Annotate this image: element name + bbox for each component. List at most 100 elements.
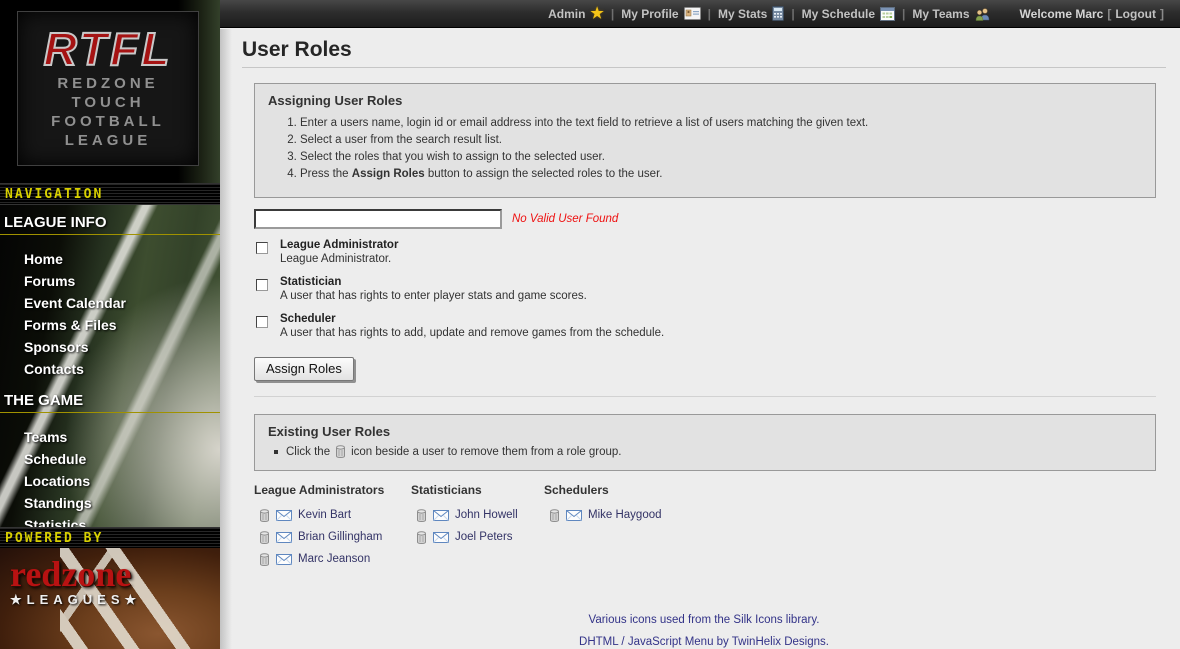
instruction-step: Press the Assign Roles button to assign … (300, 168, 1142, 180)
role-description: League Administrator. (280, 253, 1156, 266)
assign-instructions-list: Enter a users name, login id or email ad… (268, 117, 1142, 180)
topbar-item-admin[interactable]: Admin ★ (548, 7, 604, 21)
mail-icon[interactable] (276, 510, 292, 521)
logout-button[interactable]: Logout (1115, 7, 1156, 21)
sidebar-item-standings[interactable]: Standings (0, 492, 220, 514)
user-search-input[interactable] (254, 209, 502, 229)
group-title: Statisticians (411, 483, 544, 497)
redzone-brand-sub: ★LEAGUES★ (10, 592, 141, 608)
logout-bracket-left: [ (1107, 7, 1111, 21)
group-title: League Administrators (254, 483, 411, 497)
redzone-leagues-logo[interactable]: redzone ★LEAGUES★ (0, 548, 220, 649)
mail-icon[interactable] (276, 554, 292, 565)
scheduler-checkbox[interactable] (256, 316, 268, 328)
user-row: Marc Jeanson (254, 548, 411, 570)
bin-icon[interactable] (259, 553, 270, 566)
bin-icon[interactable] (259, 531, 270, 544)
powered-by-header: POWERED BY (0, 527, 220, 549)
topbar-item-my-stats[interactable]: My Stats (718, 6, 784, 21)
instruction-step: Select a user from the search result lis… (300, 134, 1142, 146)
mail-icon[interactable] (276, 532, 292, 543)
rtfl-logo[interactable]: RTFL REDZONE TOUCH FOOTBALL LEAGUE (17, 11, 199, 166)
mail-icon[interactable] (566, 510, 582, 521)
role-option-scheduler: Scheduler A user that has rights to add,… (254, 313, 1156, 340)
star-icon: ★ (590, 7, 603, 21)
sidebar: RTFL REDZONE TOUCH FOOTBALL LEAGUE NAVIG… (0, 0, 220, 649)
mail-icon[interactable] (433, 532, 449, 543)
user-row: Kevin Bart (254, 504, 411, 526)
role-description: A user that has rights to enter player s… (280, 290, 1156, 303)
role-name: Statistician (280, 276, 1156, 289)
section-title-the-game: THE GAME (0, 390, 220, 413)
topbar-item-my-schedule[interactable]: My Schedule (802, 7, 895, 21)
bin-icon[interactable] (259, 509, 270, 522)
main-content: User Roles Assigning User Roles Enter a … (220, 29, 1180, 649)
step4-post: button to assign the selected roles to t… (425, 168, 663, 180)
remove-note-pre: Click the (286, 446, 330, 458)
remove-note: Click the icon beside a user to remove t… (268, 445, 1142, 458)
vcard-icon (684, 7, 701, 20)
app-window: RTFL REDZONE TOUCH FOOTBALL LEAGUE NAVIG… (0, 0, 1180, 649)
mail-icon[interactable] (433, 510, 449, 521)
bin-icon[interactable] (416, 531, 427, 544)
bin-icon[interactable] (416, 509, 427, 522)
sidebar-item-locations[interactable]: Locations (0, 470, 220, 492)
calculator-icon (772, 6, 784, 21)
step4-pre: Press the (300, 168, 352, 180)
sidebar-item-contacts[interactable]: Contacts (0, 358, 220, 380)
logout-bracket-right: ] (1160, 7, 1164, 21)
title-divider (242, 67, 1166, 68)
topbar-admin-label: Admin (548, 7, 585, 21)
topbar-item-my-teams[interactable]: My Teams (912, 7, 989, 21)
topbar: Admin ★ | My Profile | My Stats | My Sch… (220, 0, 1180, 28)
sidebar-item-forums[interactable]: Forums (0, 270, 220, 292)
role-groups: League Administrators Kevin Bart Brian G… (254, 483, 1156, 570)
sidebar-field-background: LEAGUE INFO Home Forums Event Calendar F… (0, 205, 220, 527)
user-row: John Howell (411, 504, 544, 526)
sidebar-item-home[interactable]: Home (0, 248, 220, 270)
square-bullet (274, 450, 278, 454)
section-divider (254, 396, 1156, 397)
topbar-separator: | (791, 7, 794, 21)
instruction-step: Enter a users name, login id or email ad… (300, 117, 1142, 129)
role-description: A user that has rights to add, update an… (280, 327, 1156, 340)
role-name: Scheduler (280, 313, 1156, 326)
assign-roles-button[interactable]: Assign Roles (254, 357, 354, 381)
user-link[interactable]: Marc Jeanson (298, 553, 370, 565)
footer-credits-menu: DHTML / JavaScript Menu by TwinHelix Des… (242, 636, 1166, 648)
sidebar-item-sponsors[interactable]: Sponsors (0, 336, 220, 358)
step4-bold: Assign Roles (352, 168, 425, 180)
logo-line: LEAGUE (18, 131, 198, 150)
topbar-item-my-profile[interactable]: My Profile (621, 7, 700, 21)
logo-acronym: RTFL (18, 24, 198, 74)
bin-icon (335, 445, 346, 458)
section-title-league-info: LEAGUE INFO (0, 212, 220, 235)
page-footer: Various icons used from the Silk Icons l… (242, 614, 1166, 648)
sidebar-item-event-calendar[interactable]: Event Calendar (0, 292, 220, 314)
sidebar-item-schedule[interactable]: Schedule (0, 448, 220, 470)
topbar-stats-label: My Stats (718, 7, 767, 21)
group-schedulers: Schedulers Mike Haygood (544, 483, 662, 570)
navigation-header: NAVIGATION (0, 183, 220, 205)
league-administrator-checkbox[interactable] (256, 242, 268, 254)
statistician-checkbox[interactable] (256, 279, 268, 291)
group-title: Schedulers (544, 483, 662, 497)
sidebar-item-teams[interactable]: Teams (0, 426, 220, 448)
group-icon (975, 7, 990, 21)
instruction-step: Select the roles that you wish to assign… (300, 151, 1142, 163)
sidebar-item-forms-files[interactable]: Forms & Files (0, 314, 220, 336)
calendar-icon (880, 7, 895, 21)
logo-line: FOOTBALL (18, 112, 198, 131)
user-link[interactable]: Joel Peters (455, 531, 513, 543)
user-link[interactable]: Brian Gillingham (298, 531, 382, 543)
group-league-administrators: League Administrators Kevin Bart Brian G… (254, 483, 411, 570)
user-link[interactable]: John Howell (455, 509, 518, 521)
user-link[interactable]: Kevin Bart (298, 509, 351, 521)
topbar-separator: | (611, 7, 614, 21)
role-option-league-administrator: League Administrator League Administrato… (254, 239, 1156, 266)
user-row: Brian Gillingham (254, 526, 411, 548)
topbar-separator: | (708, 7, 711, 21)
bin-icon[interactable] (549, 509, 560, 522)
user-row: Mike Haygood (544, 504, 662, 526)
user-link[interactable]: Mike Haygood (588, 509, 662, 521)
